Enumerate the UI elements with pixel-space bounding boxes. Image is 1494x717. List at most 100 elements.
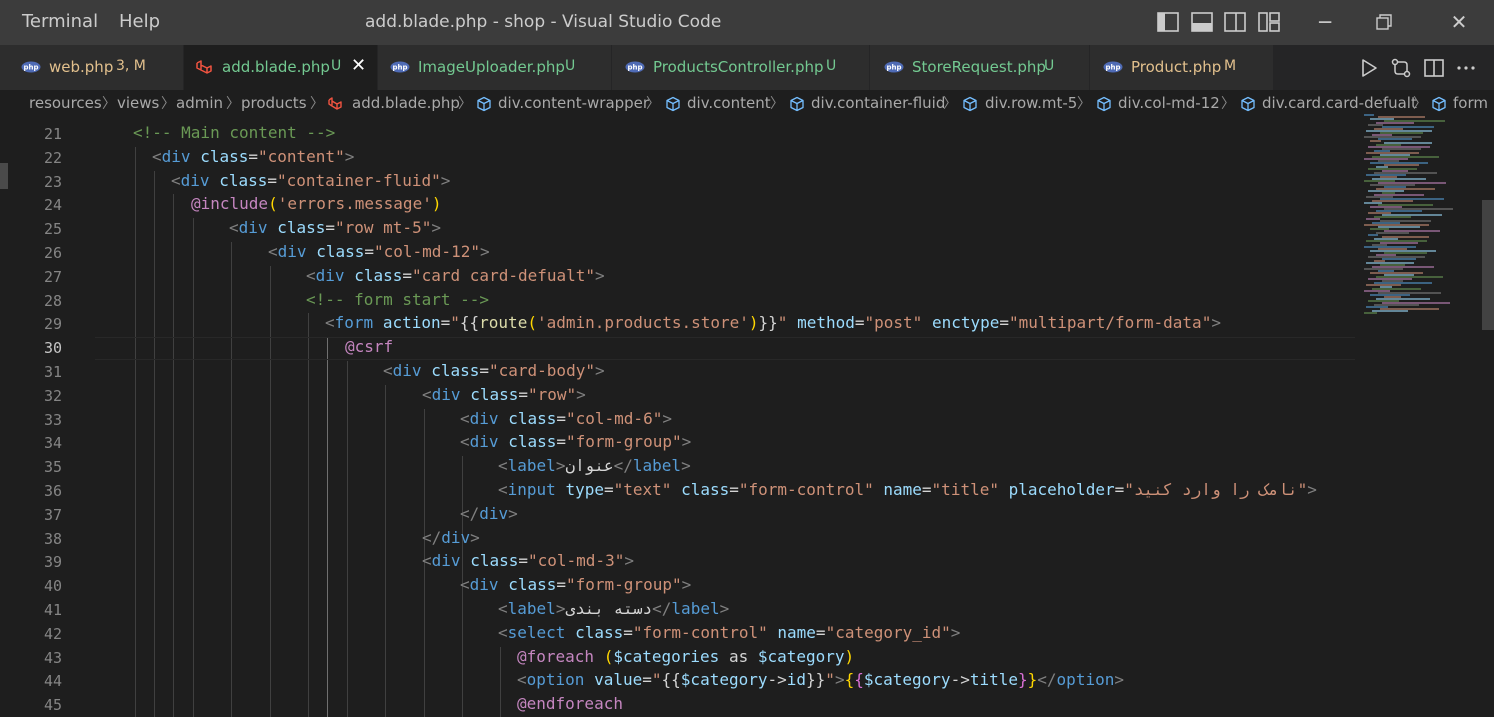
- code-editor[interactable]: <!-- Main content --> <div class="content…: [95, 121, 1355, 717]
- code-line: @endforeach: [517, 694, 623, 713]
- customize-layout-icon[interactable]: [1258, 12, 1280, 32]
- code-token: >: [470, 527, 480, 547]
- breadcrumb-item[interactable]: div.content: [687, 94, 771, 112]
- code-token: $categories: [613, 646, 720, 666]
- breadcrumb-item[interactable]: admin: [176, 94, 223, 112]
- restore-icon[interactable]: [1376, 14, 1394, 30]
- code-token: =: [999, 313, 1010, 333]
- code-token: "form-group": [566, 432, 682, 452]
- tab-web-php[interactable]: php web.php 3, M: [0, 45, 184, 90]
- tab-imageuploader-php[interactable]: php ImageUploader.php U: [378, 45, 612, 90]
- code-token: >: [440, 170, 451, 190]
- open-changes-icon[interactable]: [1390, 57, 1412, 79]
- svg-text:php: php: [886, 64, 901, 72]
- code-token: select: [507, 622, 566, 642]
- code-token: }: [1018, 670, 1028, 690]
- breadcrumb-item[interactable]: form: [1453, 94, 1488, 112]
- code-token: =: [402, 265, 412, 285]
- toggle-primary-sidebar-icon[interactable]: [1157, 12, 1179, 32]
- run-icon[interactable]: [1358, 57, 1380, 79]
- code-token: "col-md-12": [374, 242, 480, 261]
- code-token: 'errors.message': [277, 194, 432, 214]
- code-token: <: [325, 313, 335, 333]
- code-token: ": [777, 313, 788, 333]
- code-line: <div class="row mt-5">: [229, 218, 441, 237]
- indent-guide: [385, 384, 386, 717]
- code-token: @foreach: [517, 646, 595, 666]
- breadcrumb-item[interactable]: div.row.mt-5: [985, 94, 1077, 112]
- minimap[interactable]: [1360, 112, 1480, 717]
- close-window-icon[interactable]: ✕: [1444, 8, 1474, 36]
- code-token: div: [392, 361, 422, 380]
- scrollbar-thumb[interactable]: [1482, 200, 1494, 330]
- code-token: title: [969, 670, 1018, 690]
- code-line: <div class="card card-defualt">: [306, 266, 605, 285]
- code-token: {{: [661, 670, 681, 690]
- menu-help[interactable]: Help: [119, 11, 160, 32]
- symbol-element-icon: [963, 96, 977, 112]
- code-token: >: [1307, 480, 1317, 499]
- tab-add-blade-php[interactable]: add.blade.php U ✕: [184, 45, 378, 90]
- code-token: "form-group": [566, 575, 682, 595]
- code-token: "container-fluid": [277, 170, 441, 190]
- code-line: <div class="col-md-3">: [422, 551, 634, 570]
- code-token: ): [748, 313, 759, 333]
- code-token: >: [719, 599, 730, 618]
- tab-productscontroller-php[interactable]: php ProductsController.php U: [612, 45, 870, 90]
- tab-product-php[interactable]: php Product.php M: [1090, 45, 1274, 90]
- code-token: <: [229, 218, 239, 238]
- breadcrumb-item[interactable]: div.card.card-defualt: [1262, 94, 1417, 112]
- breadcrumb-item[interactable]: div.content-wrapper: [498, 94, 649, 112]
- code-line: <div class="form-group">: [460, 575, 691, 594]
- code-token: class: [470, 384, 519, 404]
- breadcrumb-item[interactable]: div.col-md-12: [1118, 94, 1220, 112]
- line-number: 28: [43, 291, 62, 310]
- code-token: div: [469, 575, 499, 595]
- chevron-right-icon: 〉: [1077, 96, 1091, 112]
- title-bar: Terminal Help add.blade.php - shop - Vis…: [0, 0, 1494, 45]
- toggle-panel-icon[interactable]: [1191, 12, 1213, 32]
- chevron-right-icon: 〉: [646, 96, 660, 112]
- minimap-line: [1364, 312, 1377, 314]
- code-token: $category: [680, 670, 768, 690]
- code-token: دسته بندی: [565, 599, 653, 618]
- php-icon: php: [625, 61, 645, 73]
- breadcrumb-item[interactable]: products: [241, 94, 307, 112]
- tab-git-status: 3, M: [116, 58, 146, 74]
- svg-text:php: php: [1105, 64, 1120, 72]
- code-token: div: [315, 265, 345, 285]
- code-token: "row": [528, 384, 577, 404]
- breadcrumb-item[interactable]: add.blade.php: [352, 94, 460, 112]
- line-number: 22: [43, 148, 62, 167]
- symbol-element-icon: [1241, 96, 1255, 112]
- code-line: <!-- Main content -->: [133, 123, 335, 142]
- split-editor-icon[interactable]: [1423, 57, 1445, 79]
- minimize-icon[interactable]: ─: [1310, 8, 1340, 36]
- menu-terminal[interactable]: Terminal: [22, 11, 98, 32]
- tab-label: ImageUploader.php: [418, 58, 565, 76]
- code-token: =: [1114, 480, 1125, 499]
- code-token: =: [518, 551, 528, 571]
- chevron-right-icon: 〉: [226, 96, 240, 112]
- tab-git-status: U: [565, 58, 576, 74]
- line-number: 41: [43, 601, 62, 619]
- code-line: </div>: [422, 528, 480, 547]
- line-number: 33: [43, 410, 62, 429]
- toggle-secondary-sidebar-icon[interactable]: [1224, 12, 1246, 32]
- tab-storerequest-php[interactable]: php StoreRequest.php U: [870, 45, 1090, 90]
- breadcrumb-item[interactable]: div.container-fluid: [811, 94, 945, 112]
- code-token: ": [450, 313, 460, 333]
- breadcrumb-item[interactable]: resources: [29, 94, 102, 112]
- code-token: class: [470, 551, 519, 571]
- code-token: >: [681, 456, 691, 476]
- more-actions-icon[interactable]: [1455, 57, 1477, 79]
- close-tab-icon[interactable]: ✕: [351, 55, 366, 76]
- breadcrumb-item[interactable]: views: [117, 94, 159, 112]
- code-token: "نامک را وارد کنید": [1124, 480, 1308, 499]
- symbol-element-icon: [477, 96, 491, 112]
